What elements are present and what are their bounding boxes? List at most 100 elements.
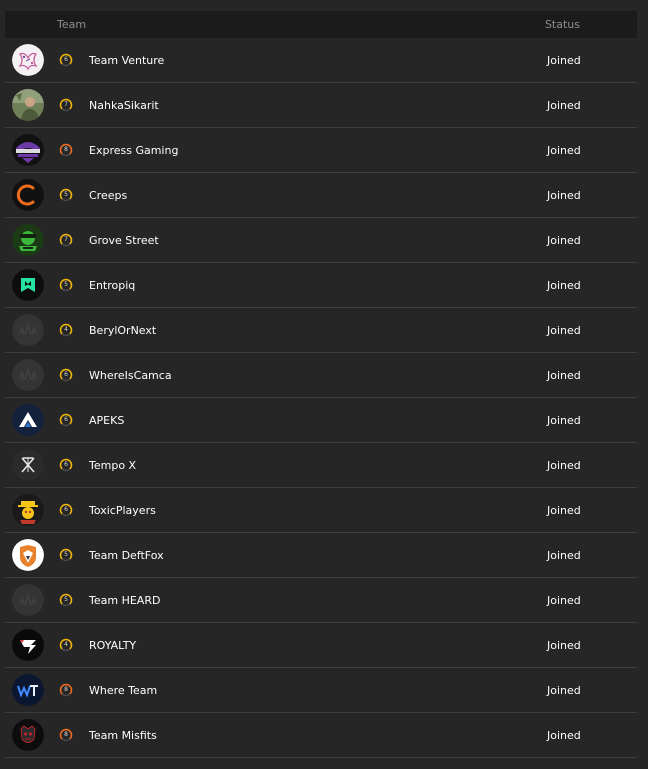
skill-level-icon: 8: [59, 728, 73, 742]
skill-level-icon: 5: [59, 548, 73, 562]
skill-level-number: 5: [64, 596, 68, 603]
team-avatar[interactable]: [12, 44, 44, 76]
table-row[interactable]: 7 NahkaSikarit Joined: [5, 83, 637, 128]
team-avatar[interactable]: [12, 179, 44, 211]
team-avatar[interactable]: [12, 224, 44, 256]
skill-level-icon: 8: [59, 143, 73, 157]
team-name[interactable]: Entropiq: [89, 279, 135, 292]
team-name[interactable]: Where Team: [89, 684, 157, 697]
table-row[interactable]: 7 Grove Street Joined: [5, 218, 637, 263]
team-name[interactable]: ToxicPlayers: [89, 504, 156, 517]
status-label: Joined: [547, 503, 581, 517]
skill-level-number: 7: [64, 101, 68, 108]
table-header: Team Status: [5, 11, 637, 38]
status-label: Joined: [547, 683, 581, 697]
skill-level-icon: 6: [59, 413, 73, 427]
skill-level-icon: 5: [59, 593, 73, 607]
status-column-header: Status: [544, 18, 580, 31]
status-label: Joined: [547, 458, 581, 472]
skill-level-icon: 5: [59, 188, 73, 202]
team-avatar[interactable]: [12, 314, 44, 346]
team-avatar[interactable]: [12, 449, 44, 481]
status-label: Joined: [547, 638, 581, 652]
skill-level-number: 5: [64, 551, 68, 558]
status-label: Joined: [547, 593, 581, 607]
status-label: Joined: [547, 548, 581, 562]
skill-level-number: 5: [64, 191, 68, 198]
table-row[interactable]: 8 Team Misfits Joined: [5, 713, 637, 758]
table-row[interactable]: 6 Team Venture Joined: [5, 38, 637, 83]
team-avatar[interactable]: [12, 674, 44, 706]
skill-level-icon: 4: [59, 638, 73, 652]
table-row[interactable]: 8 Where Team Joined: [5, 668, 637, 713]
team-avatar[interactable]: [12, 584, 44, 616]
skill-level-icon: 8: [59, 683, 73, 697]
skill-level-number: 6: [64, 461, 68, 468]
team-avatar[interactable]: [12, 89, 44, 121]
team-name[interactable]: Team Venture: [89, 54, 164, 67]
team-avatar[interactable]: [12, 269, 44, 301]
team-avatar[interactable]: [12, 359, 44, 391]
skill-level-number: 6: [64, 416, 68, 423]
team-name[interactable]: Tempo X: [89, 459, 136, 472]
skill-level-number: 7: [64, 236, 68, 243]
status-label: Joined: [547, 413, 581, 427]
skill-level-number: 8: [64, 731, 68, 738]
skill-level-number: 8: [64, 146, 68, 153]
table-row[interactable]: 5 Creeps Joined: [5, 173, 637, 218]
team-avatar[interactable]: [12, 404, 44, 436]
team-column-header: Team: [57, 18, 87, 31]
table-row[interactable]: 4 ROYALTY Joined: [5, 623, 637, 668]
team-avatar[interactable]: [12, 134, 44, 166]
skill-level-icon: 5: [59, 278, 73, 292]
skill-level-number: 5: [64, 281, 68, 288]
status-label: Joined: [547, 233, 581, 247]
status-label: Joined: [547, 188, 581, 202]
skill-level-number: 6: [64, 506, 68, 513]
team-name[interactable]: Team HEARD: [89, 594, 160, 607]
skill-level-icon: 6: [59, 458, 73, 472]
skill-level-number: 8: [64, 686, 68, 693]
skill-level-icon: 6: [59, 503, 73, 517]
skill-level-number: 6: [64, 371, 68, 378]
team-name[interactable]: Express Gaming: [89, 144, 178, 157]
team-name[interactable]: ROYALTY: [89, 639, 136, 652]
status-label: Joined: [547, 278, 581, 292]
skill-level-icon: 4: [59, 323, 73, 337]
table-row[interactable]: 6 Tempo X Joined: [5, 443, 637, 488]
skill-level-icon: 7: [59, 98, 73, 112]
status-label: Joined: [547, 98, 581, 112]
team-name[interactable]: Team Misfits: [89, 729, 157, 742]
skill-level-number: 4: [64, 641, 68, 648]
team-avatar[interactable]: [12, 539, 44, 571]
team-table: Team Status 6 Team Venture Joined 7 NahkaSik…: [5, 11, 637, 758]
table-body: 6 Team Venture Joined 7 NahkaSikarit Joined 8 E…: [5, 38, 637, 758]
table-row[interactable]: 6 APEKS Joined: [5, 398, 637, 443]
team-name[interactable]: Team DeftFox: [89, 549, 164, 562]
team-name[interactable]: Grove Street: [89, 234, 159, 247]
team-name[interactable]: NahkaSikarit: [89, 99, 159, 112]
table-row[interactable]: 5 Entropiq Joined: [5, 263, 637, 308]
team-avatar[interactable]: [12, 629, 44, 661]
table-row[interactable]: 8 Express Gaming Joined: [5, 128, 637, 173]
status-label: Joined: [547, 53, 581, 67]
skill-level-number: 6: [64, 56, 68, 63]
team-name[interactable]: APEKS: [89, 414, 124, 427]
skill-level-icon: 6: [59, 368, 73, 382]
table-row[interactable]: 4 BerylOrNext Joined: [5, 308, 637, 353]
table-row[interactable]: 6 ToxicPlayers Joined: [5, 488, 637, 533]
skill-level-icon: 7: [59, 233, 73, 247]
team-name[interactable]: Creeps: [89, 189, 127, 202]
team-name[interactable]: BerylOrNext: [89, 324, 156, 337]
status-label: Joined: [547, 728, 581, 742]
team-avatar[interactable]: [12, 494, 44, 526]
status-label: Joined: [547, 368, 581, 382]
table-row[interactable]: 5 Team DeftFox Joined: [5, 533, 637, 578]
table-row[interactable]: 5 Team HEARD Joined: [5, 578, 637, 623]
table-row[interactable]: 6 WhereIsCamca Joined: [5, 353, 637, 398]
status-label: Joined: [547, 143, 581, 157]
status-label: Joined: [547, 323, 581, 337]
team-avatar[interactable]: [12, 719, 44, 751]
skill-level-icon: 6: [59, 53, 73, 67]
team-name[interactable]: WhereIsCamca: [89, 369, 172, 382]
